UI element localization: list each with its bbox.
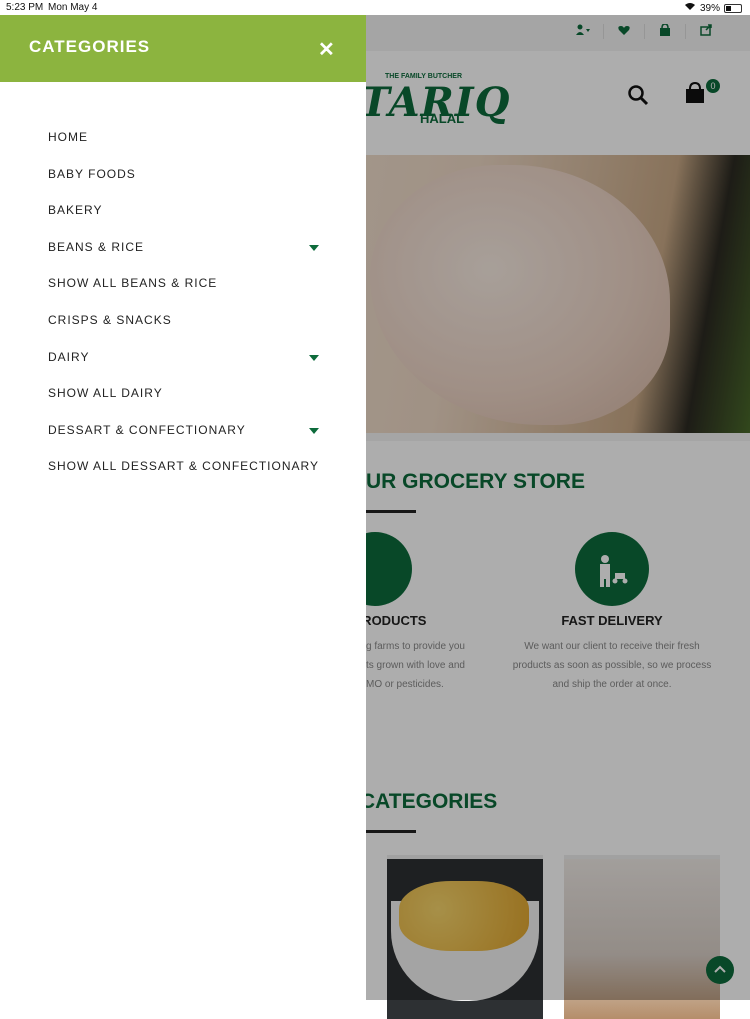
caret-down-icon[interactable] (309, 427, 319, 434)
battery-icon (724, 3, 742, 13)
category-menu-label: DESSART & CONFECTIONARY (48, 422, 246, 437)
drawer-header: CATEGORIES ✕ (0, 15, 366, 82)
category-menu-item[interactable]: DESSART & CONFECTIONARY (0, 413, 366, 450)
category-menu-label: CRISPS & SNACKS (48, 312, 172, 327)
caret-down-icon[interactable] (309, 354, 319, 361)
status-date: Mon May 4 (48, 2, 98, 13)
category-menu-item[interactable]: SHOW ALL DAIRY (0, 376, 366, 413)
category-menu-label: BEANS & RICE (48, 239, 145, 254)
category-menu-label: SHOW ALL DAIRY (48, 386, 163, 401)
categories-drawer: CATEGORIES ✕ HOME BABY FOODS BAKERY BEANS &… (0, 15, 366, 1000)
category-menu-item[interactable]: CRISPS & SNACKS (0, 303, 366, 340)
drawer-backdrop[interactable] (366, 15, 750, 1000)
caret-down-icon[interactable] (309, 244, 319, 251)
category-menu-label: HOME (48, 130, 88, 144)
category-list: HOME BABY FOODS BAKERY BEANS & RICE SHOW ALL… (0, 120, 366, 486)
category-menu-item[interactable]: BEANS & RICE (0, 230, 366, 267)
battery-percent: 39% (699, 2, 720, 14)
wifi-icon (684, 2, 696, 14)
status-right: 39% (684, 2, 742, 14)
category-menu-label: SHOW ALL BEANS & RICE (48, 276, 218, 291)
status-time: 5:23 PM (6, 2, 44, 13)
category-menu-item[interactable]: SHOW ALL BEANS & RICE (0, 266, 366, 303)
category-menu-item[interactable]: BABY FOODS (0, 157, 366, 194)
drawer-title: CATEGORIES (29, 37, 151, 56)
category-menu-item[interactable]: DAIRY (0, 340, 366, 377)
category-menu-label: SHOW ALL DESSART & CONFECTIONARY (48, 459, 319, 474)
category-menu-label: BABY FOODS (48, 166, 136, 181)
category-menu-item[interactable]: BAKERY (0, 193, 366, 230)
close-icon[interactable]: ✕ (318, 37, 335, 62)
category-menu-item[interactable]: SHOW ALL DESSART & CONFECTIONARY (0, 449, 366, 486)
status-bar: 5:23 PM Mon May 4 39% (0, 0, 750, 15)
category-menu-label: BAKERY (48, 203, 103, 218)
category-menu-item[interactable]: HOME (0, 120, 366, 157)
category-menu-label: DAIRY (48, 349, 90, 364)
